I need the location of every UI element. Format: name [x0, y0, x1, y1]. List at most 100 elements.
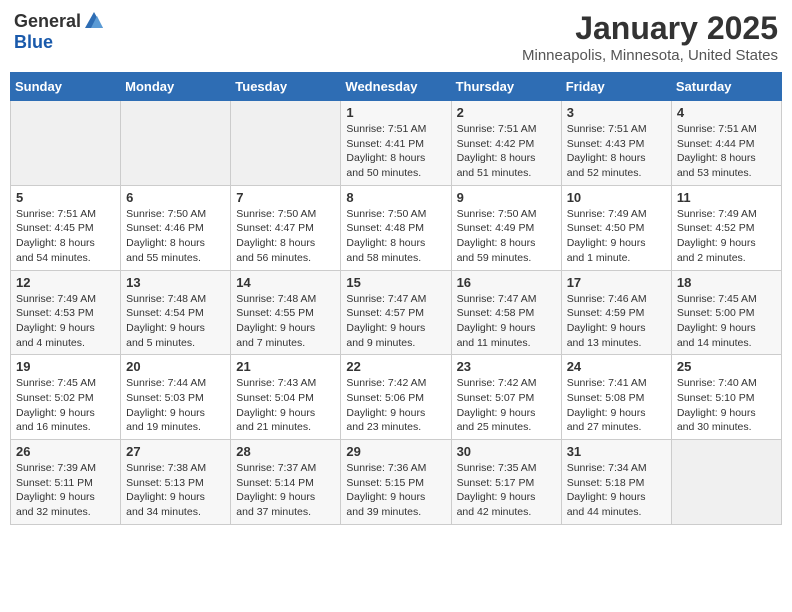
week-row-5: 26 Sunrise: 7:39 AM Sunset: 5:11 PM Dayli…	[11, 440, 782, 525]
logo: General Blue	[14, 10, 105, 53]
day-number: 11	[677, 190, 776, 205]
day-number: 26	[16, 444, 115, 459]
weekday-header-tuesday: Tuesday	[231, 73, 341, 101]
day-number: 14	[236, 275, 335, 290]
calendar-cell: 21Sunrise: 7:43 AM Sunset: 5:04 PM Dayli…	[231, 355, 341, 440]
calendar-cell: 17 Sunrise: 7:46 AM Sunset: 4:59 PM Dayli…	[561, 270, 671, 355]
day-info: Sunrise: 7:35 AM Sunset: 5:17 PM Dayligh…	[457, 461, 556, 520]
calendar-cell: 2 Sunrise: 7:51 AM Sunset: 4:42 PM Daylig…	[451, 101, 561, 186]
calendar-cell: 23Sunrise: 7:42 AM Sunset: 5:07 PM Dayli…	[451, 355, 561, 440]
day-number: 22	[346, 359, 445, 374]
week-row-1: 1 Sunrise: 7:51 AM Sunset: 4:41 PM Daylig…	[11, 101, 782, 186]
day-info: Sunrise: 7:41 AM Sunset: 5:08 PM Dayligh…	[567, 376, 666, 435]
logo-blue-text: Blue	[14, 32, 53, 53]
day-info: Sunrise: 7:45 AM Sunset: 5:02 PM Dayligh…	[16, 376, 115, 435]
calendar-cell: 18 Sunrise: 7:45 AM Sunset: 5:00 PM Dayli…	[671, 270, 781, 355]
weekday-header-row: SundayMondayTuesdayWednesdayThursdayFrid…	[11, 73, 782, 101]
day-number: 18	[677, 275, 776, 290]
day-number: 20	[126, 359, 225, 374]
week-row-4: 19 Sunrise: 7:45 AM Sunset: 5:02 PM Dayli…	[11, 355, 782, 440]
day-number: 12	[16, 275, 115, 290]
day-info: Sunrise: 7:50 AM Sunset: 4:49 PM Dayligh…	[457, 207, 556, 266]
day-info: Sunrise: 7:51 AM Sunset: 4:41 PM Dayligh…	[346, 122, 445, 181]
day-info: Sunrise: 7:49 AM Sunset: 4:50 PM Dayligh…	[567, 207, 666, 266]
day-info: Sunrise: 7:51 AM Sunset: 4:45 PM Dayligh…	[16, 207, 115, 266]
calendar-cell	[671, 440, 781, 525]
weekday-header-monday: Monday	[121, 73, 231, 101]
day-number: 6	[126, 190, 225, 205]
calendar-cell: 31 Sunrise: 7:34 AM Sunset: 5:18 PM Dayli…	[561, 440, 671, 525]
day-number: 9	[457, 190, 556, 205]
calendar-cell: 4 Sunrise: 7:51 AM Sunset: 4:44 PM Daylig…	[671, 101, 781, 186]
calendar-cell: 8 Sunrise: 7:50 AM Sunset: 4:48 PM Daylig…	[341, 185, 451, 270]
day-info: Sunrise: 7:42 AM Sunset: 5:07 PM Dayligh…	[457, 376, 556, 435]
day-info: Sunrise: 7:38 AM Sunset: 5:13 PM Dayligh…	[126, 461, 225, 520]
calendar-cell: 12Sunrise: 7:49 AM Sunset: 4:53 PM Dayli…	[11, 270, 121, 355]
calendar-cell: 15Sunrise: 7:47 AM Sunset: 4:57 PM Dayli…	[341, 270, 451, 355]
location: Minneapolis, Minnesota, United States	[522, 47, 778, 64]
day-info: Sunrise: 7:37 AM Sunset: 5:14 PM Dayligh…	[236, 461, 335, 520]
calendar-cell: 28 Sunrise: 7:37 AM Sunset: 5:14 PM Dayli…	[231, 440, 341, 525]
day-info: Sunrise: 7:50 AM Sunset: 4:46 PM Dayligh…	[126, 207, 225, 266]
day-info: Sunrise: 7:45 AM Sunset: 5:00 PM Dayligh…	[677, 292, 776, 351]
day-info: Sunrise: 7:48 AM Sunset: 4:54 PM Dayligh…	[126, 292, 225, 351]
day-info: Sunrise: 7:51 AM Sunset: 4:44 PM Dayligh…	[677, 122, 776, 181]
calendar-cell: 27 Sunrise: 7:38 AM Sunset: 5:13 PM Dayli…	[121, 440, 231, 525]
day-info: Sunrise: 7:48 AM Sunset: 4:55 PM Dayligh…	[236, 292, 335, 351]
day-number: 10	[567, 190, 666, 205]
day-number: 15	[346, 275, 445, 290]
day-info: Sunrise: 7:46 AM Sunset: 4:59 PM Dayligh…	[567, 292, 666, 351]
logo-general-text: General	[14, 11, 81, 32]
day-info: Sunrise: 7:44 AM Sunset: 5:03 PM Dayligh…	[126, 376, 225, 435]
week-row-3: 12Sunrise: 7:49 AM Sunset: 4:53 PM Dayli…	[11, 270, 782, 355]
calendar-cell: 6 Sunrise: 7:50 AM Sunset: 4:46 PM Daylig…	[121, 185, 231, 270]
title-block: January 2025 Minneapolis, Minnesota, Uni…	[522, 10, 778, 64]
day-number: 30	[457, 444, 556, 459]
calendar-cell: 7Sunrise: 7:50 AM Sunset: 4:47 PM Daylig…	[231, 185, 341, 270]
day-number: 16	[457, 275, 556, 290]
weekday-header-friday: Friday	[561, 73, 671, 101]
day-number: 13	[126, 275, 225, 290]
month-title: January 2025	[522, 10, 778, 47]
day-number: 31	[567, 444, 666, 459]
day-info: Sunrise: 7:49 AM Sunset: 4:52 PM Dayligh…	[677, 207, 776, 266]
calendar-cell	[121, 101, 231, 186]
calendar-cell: 1 Sunrise: 7:51 AM Sunset: 4:41 PM Daylig…	[341, 101, 451, 186]
day-info: Sunrise: 7:40 AM Sunset: 5:10 PM Dayligh…	[677, 376, 776, 435]
day-number: 3	[567, 105, 666, 120]
calendar-cell: 25 Sunrise: 7:40 AM Sunset: 5:10 PM Dayli…	[671, 355, 781, 440]
calendar-cell: 20 Sunrise: 7:44 AM Sunset: 5:03 PM Dayli…	[121, 355, 231, 440]
day-info: Sunrise: 7:50 AM Sunset: 4:48 PM Dayligh…	[346, 207, 445, 266]
day-info: Sunrise: 7:36 AM Sunset: 5:15 PM Dayligh…	[346, 461, 445, 520]
day-info: Sunrise: 7:39 AM Sunset: 5:11 PM Dayligh…	[16, 461, 115, 520]
calendar-cell: 26 Sunrise: 7:39 AM Sunset: 5:11 PM Dayli…	[11, 440, 121, 525]
week-row-2: 5 Sunrise: 7:51 AM Sunset: 4:45 PM Daylig…	[11, 185, 782, 270]
day-number: 19	[16, 359, 115, 374]
day-number: 5	[16, 190, 115, 205]
weekday-header-wednesday: Wednesday	[341, 73, 451, 101]
day-number: 28	[236, 444, 335, 459]
day-number: 8	[346, 190, 445, 205]
day-number: 1	[346, 105, 445, 120]
day-info: Sunrise: 7:51 AM Sunset: 4:42 PM Dayligh…	[457, 122, 556, 181]
day-info: Sunrise: 7:42 AM Sunset: 5:06 PM Dayligh…	[346, 376, 445, 435]
calendar-cell	[231, 101, 341, 186]
calendar-cell: 9 Sunrise: 7:50 AM Sunset: 4:49 PM Daylig…	[451, 185, 561, 270]
calendar-cell: 30 Sunrise: 7:35 AM Sunset: 5:17 PM Dayli…	[451, 440, 561, 525]
day-info: Sunrise: 7:47 AM Sunset: 4:58 PM Dayligh…	[457, 292, 556, 351]
weekday-header-sunday: Sunday	[11, 73, 121, 101]
day-info: Sunrise: 7:34 AM Sunset: 5:18 PM Dayligh…	[567, 461, 666, 520]
calendar-cell: 19 Sunrise: 7:45 AM Sunset: 5:02 PM Dayli…	[11, 355, 121, 440]
calendar-cell: 14 Sunrise: 7:48 AM Sunset: 4:55 PM Dayli…	[231, 270, 341, 355]
calendar-cell: 24Sunrise: 7:41 AM Sunset: 5:08 PM Dayli…	[561, 355, 671, 440]
day-number: 7	[236, 190, 335, 205]
day-number: 25	[677, 359, 776, 374]
calendar-cell: 5 Sunrise: 7:51 AM Sunset: 4:45 PM Daylig…	[11, 185, 121, 270]
weekday-header-saturday: Saturday	[671, 73, 781, 101]
day-number: 2	[457, 105, 556, 120]
day-number: 4	[677, 105, 776, 120]
page-header: General Blue January 2025 Minneapolis, M…	[10, 10, 782, 64]
day-number: 17	[567, 275, 666, 290]
day-number: 27	[126, 444, 225, 459]
weekday-header-thursday: Thursday	[451, 73, 561, 101]
